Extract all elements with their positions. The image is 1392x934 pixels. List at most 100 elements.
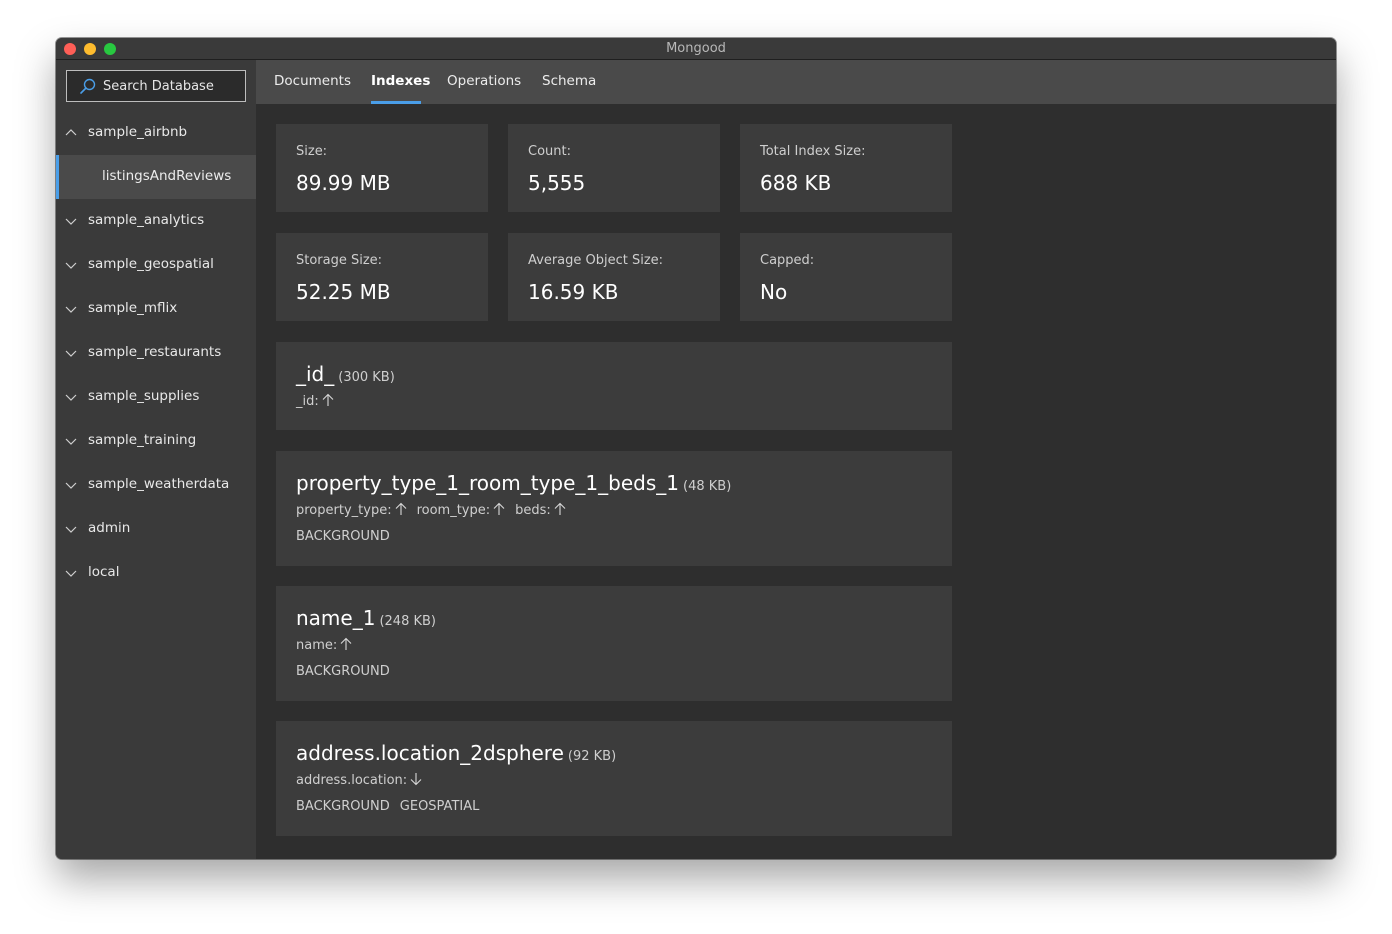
stat-label: Average Object Size:	[528, 253, 664, 268]
chevron-up-icon	[65, 129, 77, 136]
search-input[interactable]	[103, 76, 241, 96]
index-key: _id:	[296, 393, 334, 409]
index-size: (92 KB)	[567, 749, 617, 764]
stat-label: Size:	[296, 144, 328, 159]
sidebar-db-sample_geospatial[interactable]: sample_geospatial	[56, 243, 256, 287]
arrow-up-icon	[395, 502, 406, 515]
index-card: name_1 (248 KB) name: BACKGROUND	[276, 586, 952, 701]
index-card: _id_ (300 KB) _id:	[276, 342, 952, 430]
index-key: property_type:	[296, 502, 407, 518]
arrow-up-icon	[322, 393, 334, 406]
sidebar-db-label: sample_restaurants	[88, 344, 222, 360]
chevron-down-icon	[65, 218, 77, 225]
index-key: beds:	[515, 502, 566, 518]
index-keys: property_type: room_type: beds:	[296, 502, 576, 518]
sidebar-db-label: sample_geospatial	[88, 256, 214, 272]
stat-value: 5,555	[528, 171, 586, 195]
chevron-down-icon	[65, 262, 77, 269]
stat-value: 16.59 KB	[528, 280, 619, 304]
arrow-up-icon	[554, 502, 566, 515]
index-name: address.location_2dsphere (92 KB)	[296, 741, 616, 765]
stat-card: Count: 5,555	[508, 124, 720, 212]
sidebar-db-label: sample_training	[88, 432, 197, 448]
index-flag: BACKGROUND	[296, 529, 390, 544]
chevron-down-icon	[65, 482, 77, 489]
sidebar-db-label: sample_analytics	[88, 212, 205, 228]
sidebar-collection-listingsAndReviews[interactable]: listingsAndReviews	[56, 155, 256, 199]
sidebar-db-sample_supplies[interactable]: sample_supplies	[56, 375, 256, 419]
chevron-down-icon	[65, 570, 77, 577]
stat-card: Total Index Size: 688 KB	[740, 124, 952, 212]
tab-bar: Documents Indexes Operations Schema	[256, 60, 1336, 104]
index-name: name_1 (248 KB)	[296, 606, 436, 630]
sidebar-db-label: sample_supplies	[88, 388, 200, 404]
indexes-panel: Size: 89.99 MB Count: 5,555 Total Index Size…	[256, 104, 1336, 859]
stat-card: Capped: No	[740, 233, 952, 321]
index-size: (248 KB)	[379, 614, 436, 629]
index-card: address.location_2dsphere (92 KB) address.…	[276, 721, 952, 836]
chevron-down-icon	[65, 394, 77, 401]
sidebar-db-label: sample_mflix	[88, 300, 178, 316]
index-key-field: address.location:	[296, 773, 408, 788]
tab-indexes[interactable]: Indexes	[371, 73, 430, 89]
index-key-field: beds:	[515, 503, 551, 518]
stat-label: Storage Size:	[296, 253, 383, 268]
index-name: _id_ (300 KB)	[296, 362, 395, 386]
index-key-field: property_type:	[296, 503, 392, 518]
index-card: property_type_1_room_type_1_beds_1 (48 KB…	[276, 451, 952, 566]
search-box[interactable]	[66, 70, 246, 102]
window-title: Mongood	[666, 41, 726, 56]
index-key-field: name:	[296, 638, 338, 653]
search-icon	[80, 78, 96, 94]
index-key-field: _id:	[296, 394, 319, 409]
sidebar: sample_airbnb listingsAndReviews sample_an…	[56, 60, 256, 859]
stat-card: Size: 89.99 MB	[276, 124, 488, 212]
tab-schema[interactable]: Schema	[542, 73, 596, 89]
stat-value: No	[760, 280, 788, 304]
arrow-up-icon	[340, 637, 352, 650]
sidebar-db-label: admin	[88, 520, 131, 536]
app-window: Mongood sample_airbnblistingsAndReviewss…	[56, 38, 1336, 859]
tab-operations[interactable]: Operations	[447, 73, 521, 89]
index-size: (48 KB)	[683, 479, 732, 494]
stat-label: Capped:	[760, 253, 815, 268]
index-keys: address.location:	[296, 772, 432, 788]
sidebar-db-label: local	[88, 564, 120, 580]
sidebar-db-sample_mflix[interactable]: sample_mflix	[56, 287, 256, 331]
index-size: (300 KB)	[338, 370, 395, 385]
title-bar: Mongood	[56, 38, 1336, 60]
sidebar-db-sample_analytics[interactable]: sample_analytics	[56, 199, 256, 243]
chevron-down-icon	[65, 438, 77, 445]
sidebar-db-sample_restaurants[interactable]: sample_restaurants	[56, 331, 256, 375]
stat-label: Count:	[528, 144, 571, 159]
index-name-text: address.location_2dsphere	[296, 741, 564, 765]
sidebar-db-local[interactable]: local	[56, 551, 256, 595]
index-key: room_type:	[416, 502, 506, 518]
stat-card: Storage Size: 52.25 MB	[276, 233, 488, 321]
index-flags: BACKGROUND	[296, 529, 400, 544]
stat-card: Average Object Size: 16.59 KB	[508, 233, 720, 321]
sidebar-db-sample_weatherdata[interactable]: sample_weatherdata	[56, 463, 256, 507]
index-keys: _id:	[296, 393, 344, 409]
index-flag: BACKGROUND	[296, 799, 390, 814]
stat-value: 52.25 MB	[296, 280, 391, 304]
index-flags: BACKGROUND GEOSPATIAL	[296, 799, 489, 814]
sidebar-db-label: sample_airbnb	[88, 124, 188, 140]
stat-label: Total Index Size:	[760, 144, 866, 159]
arrow-down-icon	[410, 773, 422, 786]
arrow-up-icon	[493, 502, 505, 515]
index-keys: name:	[296, 637, 362, 653]
tab-documents[interactable]: Documents	[274, 73, 351, 89]
index-name-text: _id_	[296, 362, 335, 386]
sidebar-db-label: sample_weatherdata	[88, 476, 230, 492]
index-flags: BACKGROUND	[296, 664, 400, 679]
chevron-down-icon	[65, 306, 77, 313]
sidebar-db-sample_training[interactable]: sample_training	[56, 419, 256, 463]
index-name: property_type_1_room_type_1_beds_1 (48 KB…	[296, 471, 731, 495]
sidebar-db-sample_airbnb[interactable]: sample_airbnb	[56, 111, 256, 155]
index-key-field: room_type:	[416, 503, 491, 518]
index-key: address.location:	[296, 773, 422, 788]
index-name-text: property_type_1_room_type_1_beds_1	[296, 471, 679, 495]
sidebar-db-admin[interactable]: admin	[56, 507, 256, 551]
stat-value: 688 KB	[760, 171, 832, 195]
